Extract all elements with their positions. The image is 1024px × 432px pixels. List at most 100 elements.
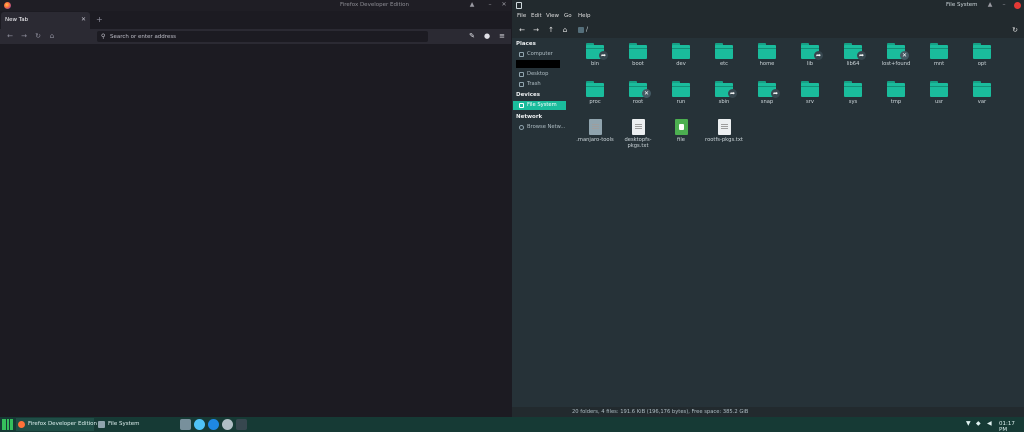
folder-mnt[interactable]: mnt <box>918 40 960 76</box>
taskbar-task-firefox[interactable]: Firefox Developer Edition <box>16 418 97 431</box>
volume-tray-icon[interactable]: ◀ <box>987 420 992 427</box>
menu-icon[interactable]: ≡ <box>497 31 507 41</box>
tab-new-tab[interactable]: New Tab ✕ <box>1 12 90 29</box>
shield-tray-icon[interactable]: ◆ <box>976 420 981 427</box>
folder-lib[interactable]: ➦ lib <box>789 40 831 76</box>
network-icon <box>519 125 524 130</box>
file-desktopfs-pkgs-txt[interactable]: desktopfs-pkgs.txt <box>617 116 659 152</box>
file-name-label: opt <box>977 61 987 67</box>
firefox-window-title: Firefox Developer Edition <box>340 2 410 8</box>
web-browser-launcher-icon[interactable] <box>194 419 205 430</box>
folder-icon <box>758 43 776 59</box>
folder-home[interactable]: home <box>746 40 788 76</box>
menu-edit[interactable]: Edit <box>531 13 542 19</box>
reload-icon[interactable]: ↻ <box>33 31 43 41</box>
folder-icon <box>672 43 690 59</box>
forward-icon[interactable]: → <box>531 25 541 35</box>
sidebar-item-computer[interactable]: Computer <box>513 50 566 59</box>
menu-help[interactable]: Help <box>578 13 591 19</box>
folder-etc[interactable]: etc <box>703 40 745 76</box>
sidebar-item-file-system[interactable]: File System <box>513 101 566 110</box>
file-name-label: bin <box>590 61 600 67</box>
status-text: 20 folders, 4 files: 191.6 KiB (196,176 … <box>572 409 749 415</box>
sidebar-item-browse-network[interactable]: Browse Netw... <box>513 123 566 132</box>
forward-icon[interactable]: → <box>19 31 29 41</box>
file-manjaro-tools[interactable]: .manjaro-tools <box>574 116 616 152</box>
url-input[interactable] <box>110 32 410 41</box>
folder-icon <box>715 43 733 59</box>
file-name-label: usr <box>934 99 944 105</box>
folder-boot[interactable]: boot <box>617 40 659 76</box>
file-name-label: var <box>977 99 987 105</box>
folder-var[interactable]: var <box>961 78 1003 114</box>
network-tray-icon[interactable]: ▼ <box>966 420 971 427</box>
taskbar-task-file-system[interactable]: File System <box>96 418 174 431</box>
folder-run[interactable]: run <box>660 78 702 114</box>
wrench-icon[interactable]: ✎ <box>467 31 477 41</box>
folder-srv[interactable]: srv <box>789 78 831 114</box>
folder-icon <box>930 43 948 59</box>
firefox-tab-bar: New Tab ✕ + <box>0 11 511 29</box>
close-tab-icon[interactable]: ✕ <box>81 16 86 23</box>
folder-bin[interactable]: ➦ bin <box>574 40 616 76</box>
location-bar[interactable]: / <box>576 25 1006 35</box>
home-icon[interactable]: ⌂ <box>560 25 570 35</box>
file-view[interactable]: ➦ bin boot dev etc home ➦ lib ➦ lib64 ✕ lost+found m… <box>568 38 1024 407</box>
settings-launcher-icon[interactable] <box>222 419 233 430</box>
folder-lib64[interactable]: ➦ lib64 <box>832 40 874 76</box>
url-bar[interactable]: ⚲ <box>97 31 428 42</box>
clock[interactable]: 01:17 PM <box>999 421 1024 432</box>
folder-usr[interactable]: usr <box>918 78 960 114</box>
minimize-icon[interactable]: – <box>1000 1 1008 8</box>
keep-above-icon[interactable]: ▲ <box>468 1 476 8</box>
terminal-launcher-icon[interactable] <box>236 419 247 430</box>
firefox-page-content[interactable] <box>0 44 511 417</box>
menu-view[interactable]: View <box>546 13 559 19</box>
file-manager-titlebar[interactable]: File System ▲ – <box>512 0 1024 11</box>
redacted-place[interactable] <box>516 60 560 68</box>
file-file[interactable]: file <box>660 116 702 152</box>
folder-proc[interactable]: proc <box>574 78 616 114</box>
menu-file[interactable]: File <box>517 13 526 19</box>
menu-go[interactable]: Go <box>564 13 572 19</box>
folder-tmp[interactable]: tmp <box>875 78 917 114</box>
reload-icon[interactable]: ↻ <box>1010 25 1020 35</box>
folder-sys[interactable]: sys <box>832 78 874 114</box>
folder-snap[interactable]: ➦ snap <box>746 78 788 114</box>
sidebar-item-desktop[interactable]: Desktop <box>513 70 566 79</box>
sidebar-item-label: Computer <box>527 51 553 57</box>
window-menu-icon[interactable] <box>516 2 522 9</box>
file-rootfs-pkgs-txt[interactable]: rootfs-pkgs.txt <box>703 116 745 152</box>
back-icon[interactable]: ← <box>517 25 527 35</box>
menu-bar: File Edit View Go Help <box>512 11 1024 22</box>
folder-icon <box>672 81 690 97</box>
minimize-icon[interactable]: – <box>486 1 494 8</box>
text-file-icon <box>589 119 602 135</box>
folder-opt[interactable]: opt <box>961 40 1003 76</box>
file-name-label: tmp <box>890 99 902 105</box>
folder-root[interactable]: ✕ root <box>617 78 659 114</box>
home-icon[interactable]: ⌂ <box>47 31 57 41</box>
keep-above-icon[interactable]: ▲ <box>986 1 994 8</box>
back-icon[interactable]: ← <box>5 31 15 41</box>
file-name-label: file <box>677 137 685 143</box>
start-menu-icon[interactable] <box>2 419 13 430</box>
account-icon[interactable]: ● <box>482 31 492 41</box>
close-window-icon[interactable]: ✕ <box>500 1 508 8</box>
folder-sbin[interactable]: ➦ sbin <box>703 78 745 114</box>
computer-icon <box>519 52 524 57</box>
desktop-icon <box>519 72 524 77</box>
files-launcher-icon[interactable] <box>180 419 191 430</box>
new-tab-button[interactable]: + <box>96 15 103 24</box>
close-window-icon[interactable] <box>1014 2 1021 9</box>
sidebar: Places Computer Desktop Trash Devices Fi… <box>512 38 567 407</box>
up-icon[interactable]: ↑ <box>546 25 556 35</box>
sidebar-item-trash[interactable]: Trash <box>513 80 566 89</box>
firefox-titlebar[interactable]: Firefox Developer Edition ▲ – ✕ <box>0 0 511 11</box>
file-name-label: boot <box>632 61 644 67</box>
folder-icon <box>629 43 647 59</box>
folder-lost-found[interactable]: ✕ lost+found <box>875 40 917 76</box>
firefox-dev-launcher-icon[interactable] <box>208 419 219 430</box>
symlink-emblem-icon: ➦ <box>728 89 737 98</box>
folder-dev[interactable]: dev <box>660 40 702 76</box>
